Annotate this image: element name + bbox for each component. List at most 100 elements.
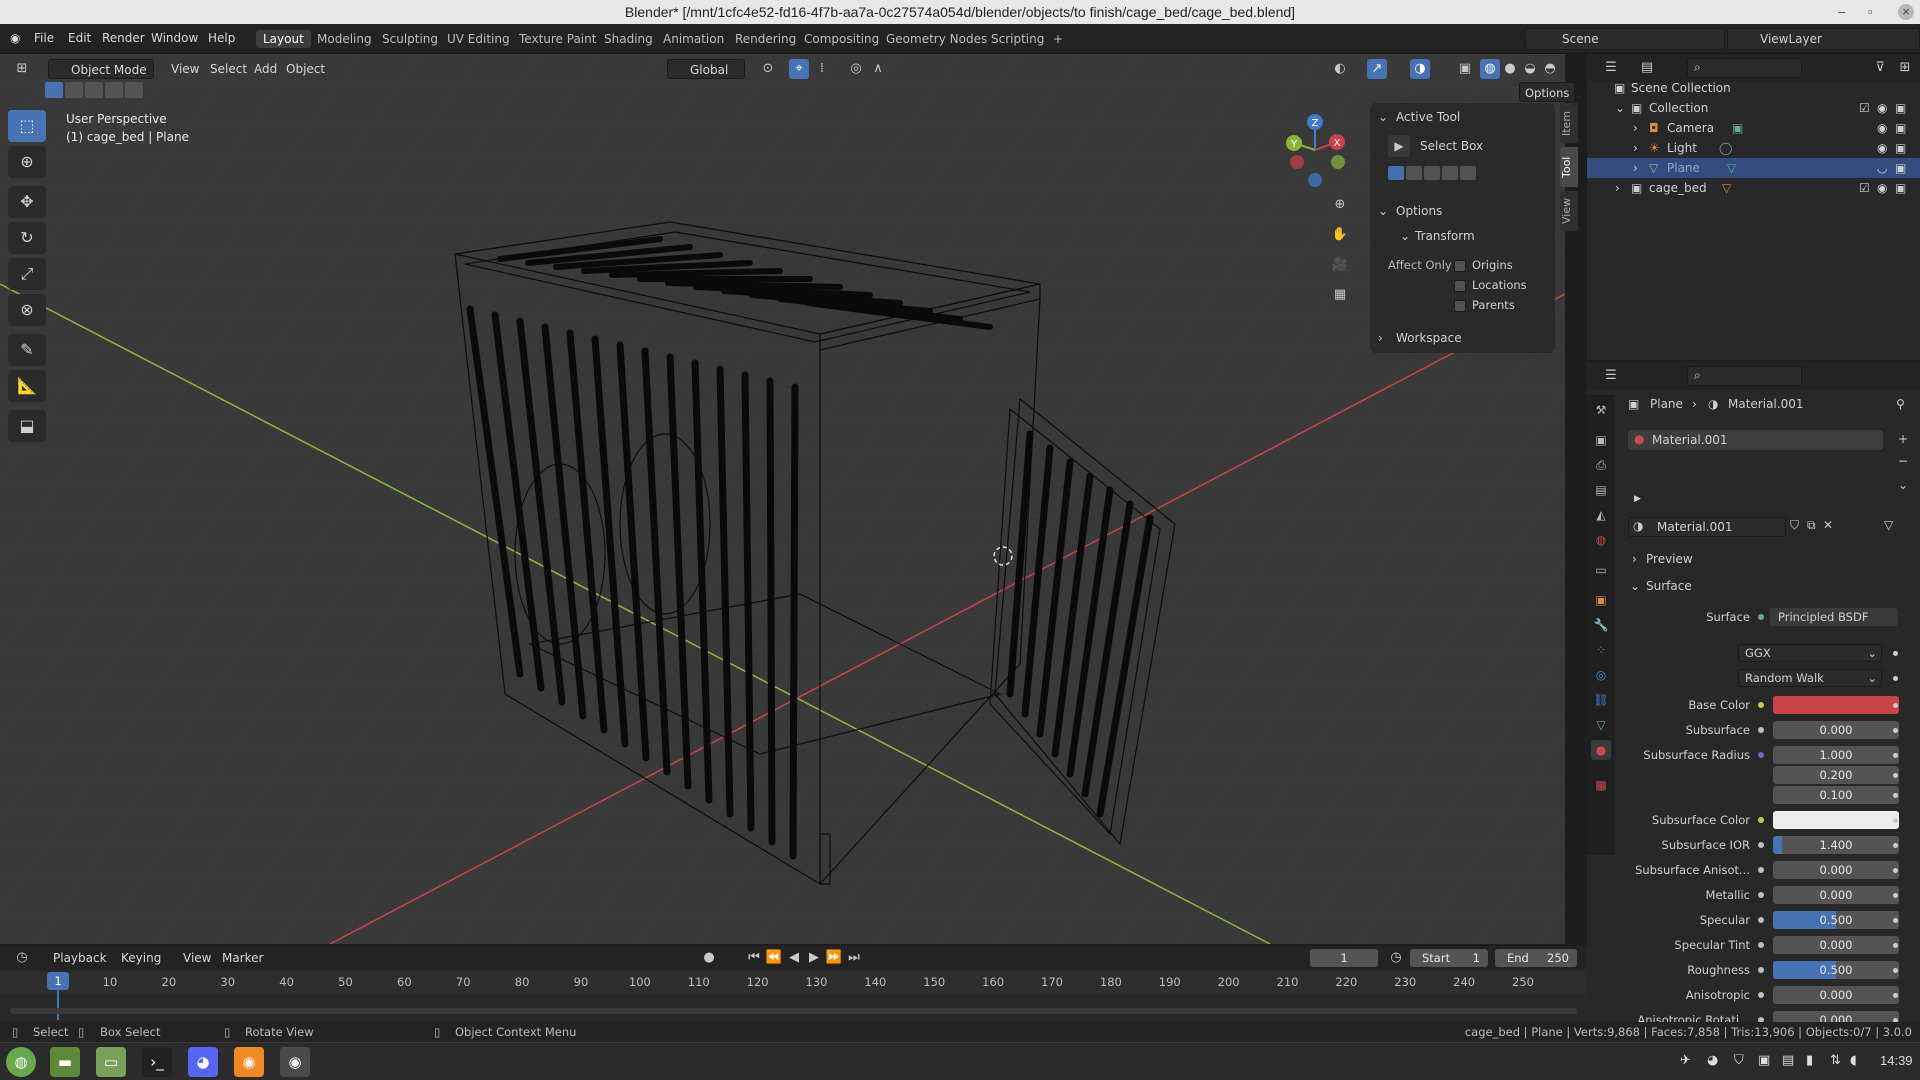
preview-chevron-icon[interactable]: › [1632,552,1637,566]
tab-geometry-nodes[interactable]: Geometry Nodes [879,30,994,48]
value-field[interactable]: 0.000 [1773,721,1899,739]
outliner-editor-icon[interactable]: ☰ [1601,58,1621,78]
tab-tool[interactable]: Tool [1560,147,1578,187]
light-data-icon[interactable]: ◯ [1719,138,1732,158]
falloff-icon[interactable]: ∧ [868,59,888,79]
value-field[interactable]: 0.100 [1773,786,1899,804]
desktop-icon[interactable]: ▬ [50,1047,80,1077]
scene-selector[interactable]: Scene [1525,28,1725,50]
outliner-item-plane[interactable]: › ▽ Plane ▽ ◡ ▣ [1587,158,1920,178]
outliner-scene-collection[interactable]: ▣ Scene Collection [1587,78,1920,98]
expand-chevron-icon[interactable]: ⌄ [1615,98,1625,118]
menu-file[interactable]: File [34,31,54,45]
select-box-icon[interactable]: ▶ [1388,135,1410,157]
mint-menu-icon[interactable]: ◍ [6,1047,36,1077]
options-section-title[interactable]: Options [1396,204,1442,218]
tab-sculpting[interactable]: Sculpting [375,30,445,48]
value-field[interactable]: 0.000 [1773,861,1899,879]
viewport-menu-select[interactable]: Select [205,59,252,79]
pivot-icon[interactable]: ⊙ [758,59,778,79]
blender-taskbar-icon[interactable]: ◉ [280,1047,310,1077]
navigation-gizmo[interactable]: Z X Y [1280,110,1350,190]
auto-keying-icon[interactable]: ● [699,948,719,968]
select-box-tool-icon[interactable]: ⬚ [8,110,46,142]
current-frame-field[interactable]: 1 [1310,949,1378,967]
annotate-tool-icon[interactable]: ✎ [8,334,46,366]
telegram-tray-icon[interactable]: ✈ [1680,1053,1691,1068]
shading-wireframe-icon[interactable]: ◍ [1480,59,1500,79]
zoom-icon[interactable]: ⊕ [1330,195,1350,215]
transform-chevron-icon[interactable]: ⌄ [1400,229,1410,243]
render-camera-icon[interactable]: ▣ [1895,178,1906,198]
value-field[interactable]: 0.000 [1773,936,1899,954]
tab-shading[interactable]: Shading [597,30,660,48]
updates-tray-icon[interactable]: ▤ [1782,1053,1794,1068]
hide-eye-icon[interactable]: ◡ [1877,158,1887,178]
transform-orientation-selector[interactable]: Global [667,59,745,79]
close-icon[interactable]: × [1898,4,1914,20]
tool-mode-extend-icon[interactable] [1406,166,1422,180]
workspace-section-title[interactable]: Workspace [1396,331,1462,345]
clock[interactable]: 14:39 [1880,1053,1913,1068]
expand-chevron-icon[interactable]: › [1615,178,1620,198]
modifier-tab-icon[interactable]: 🔧 [1591,615,1611,635]
tab-animation[interactable]: Animation [656,30,731,48]
render-camera-icon[interactable]: ▣ [1895,98,1906,118]
discord-tray-icon[interactable]: ◕ [1707,1053,1718,1068]
network-tray-icon[interactable]: ⇅ [1830,1053,1841,1068]
locations-checkbox[interactable] [1454,280,1466,292]
move-tool-icon[interactable]: ✥ [8,186,46,218]
filter-icon[interactable]: ⊽ [1870,58,1890,78]
render-camera-icon[interactable]: ▣ [1895,158,1906,178]
hide-eye-icon[interactable]: ◉ [1877,98,1887,118]
world-tab-icon[interactable]: ◍ [1591,530,1611,550]
properties-editor-icon[interactable]: ☰ [1601,366,1621,386]
transform-section-title[interactable]: Transform [1415,229,1475,243]
tab-view[interactable]: View [1560,191,1578,231]
preview-range-clock-icon[interactable]: ◷ [1386,948,1406,968]
exclude-checkbox-icon[interactable]: ☑ [1859,178,1870,198]
mesh-data-icon[interactable]: ▽ [1722,178,1731,198]
expand-chevron-icon[interactable]: › [1633,138,1638,158]
value-field[interactable]: 0.500 [1773,961,1899,979]
keyframe-dot-icon[interactable] [1893,651,1898,656]
blender-logo-icon[interactable]: ◉ [10,31,20,45]
new-collection-icon[interactable]: ⊞ [1895,58,1915,78]
xray-icon[interactable]: ▣ [1455,59,1475,79]
select-intersect-icon[interactable] [125,82,143,98]
tab-scripting[interactable]: Scripting [984,30,1051,48]
display-mode-icon[interactable]: ▤ [1637,58,1657,78]
hide-eye-icon[interactable]: ◉ [1877,118,1887,138]
timeline-ruler[interactable]: 10 20 30 40 50 60 70 80 90 100 110 120 130 140 150 160 1… [0,972,1587,1020]
material-tab-icon[interactable]: ● [1591,740,1611,760]
duplicate-material-icon[interactable]: ⧉ [1807,518,1816,533]
collection-tab-icon[interactable]: ▭ [1591,560,1611,580]
keyframe-dot-icon[interactable] [1893,703,1898,708]
outliner-item-camera[interactable]: › ◘ Camera ▣ ◉ ▣ [1587,118,1920,138]
value-field[interactable]: 0.000 [1773,986,1899,1004]
exclude-checkbox-icon[interactable]: ☑ [1859,98,1870,118]
vpn-tray-icon[interactable]: ⛉ [1734,1053,1744,1068]
menu-help[interactable]: Help [208,31,235,45]
timeline-menu-view[interactable]: View [178,948,216,968]
scale-tool-icon[interactable]: ⤢ [8,258,46,290]
render-tab-icon[interactable]: ▣ [1591,430,1611,450]
render-camera-icon[interactable]: ▣ [1895,118,1906,138]
keyframe-dot-icon[interactable] [1893,943,1898,948]
viewport-options-button[interactable]: Options [1519,82,1576,102]
outliner-item-cage-bed[interactable]: › ▣ cage_bed ▽ ☑ ◉ ▣ [1587,178,1920,198]
active-tool-chevron-icon[interactable]: ⌄ [1378,110,1388,124]
tab-modeling[interactable]: Modeling [310,30,379,48]
keyframe-dot-icon[interactable] [1893,676,1898,681]
value-field[interactable]: 0.000 [1773,886,1899,904]
unlink-material-icon[interactable]: ✕ [1823,518,1833,532]
origins-checkbox[interactable] [1454,260,1466,272]
snap-icon[interactable]: ⌖ [789,59,809,79]
viewlayer-selector[interactable]: ViewLayer [1727,28,1920,50]
files-folder-icon[interactable]: ▭ [96,1047,126,1077]
select-subtract-icon[interactable] [85,82,103,98]
viewport-menu-add[interactable]: Add [249,59,282,79]
cursor-tool-icon[interactable]: ⊕ [8,146,46,178]
color-swatch[interactable] [1773,811,1899,829]
tool-mode-intersect-icon[interactable] [1460,166,1476,180]
